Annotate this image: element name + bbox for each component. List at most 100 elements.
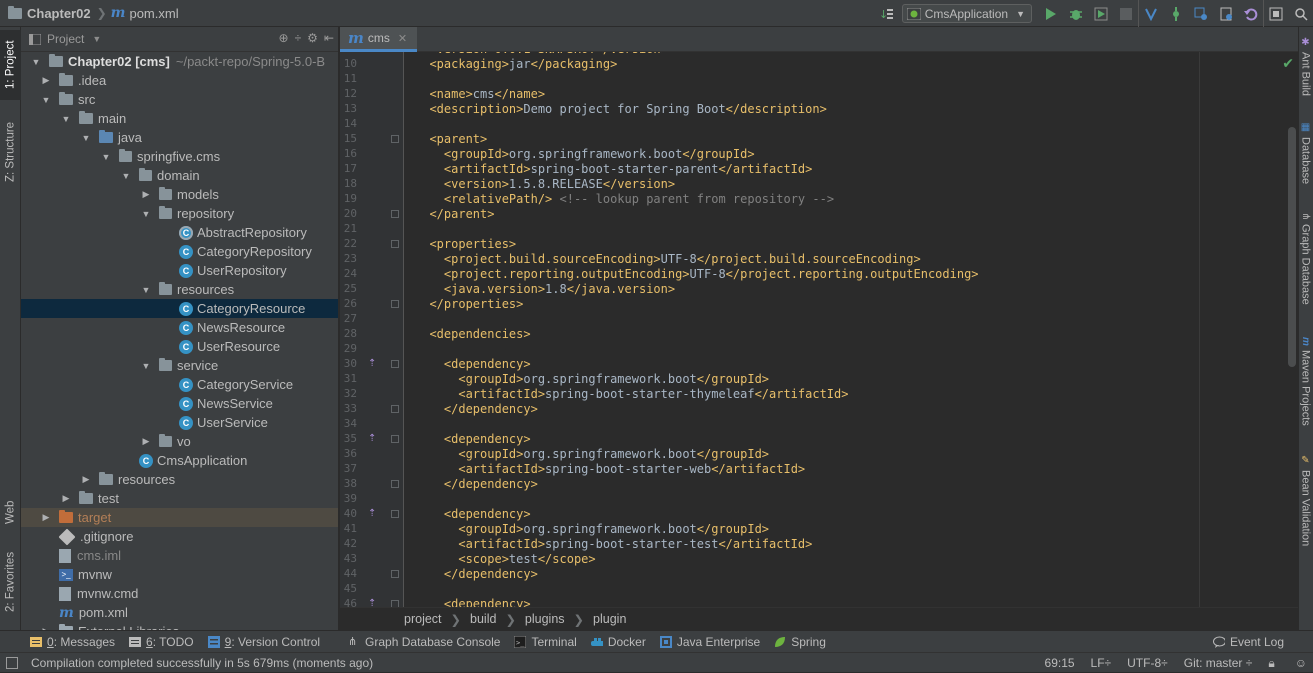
caret-position[interactable]: 69:15 xyxy=(1037,656,1083,670)
breadcrumb-item[interactable]: plugins xyxy=(525,612,565,626)
tool-tab-messages[interactable]: 0: Messages xyxy=(0,631,122,653)
collapsed-arrow-icon[interactable]: ▶ xyxy=(81,474,91,485)
search-everywhere-icon[interactable] xyxy=(1288,0,1313,27)
tree-item[interactable]: ▶ vo xyxy=(21,432,338,451)
tool-tab-event-log[interactable]: Event Log xyxy=(1206,631,1291,653)
tree-item[interactable]: ▶ test xyxy=(21,489,338,508)
gear-icon[interactable]: ⚙ xyxy=(307,31,318,45)
dependency-navigate-icon[interactable]: ⇡ xyxy=(368,358,376,370)
dependency-navigate-icon[interactable]: ⇡ xyxy=(368,433,376,445)
vcs-history-icon[interactable] xyxy=(1213,0,1238,27)
editor-scrollbar[interactable] xyxy=(1288,127,1296,367)
build-icon[interactable]: ↓ xyxy=(875,0,900,27)
tree-item[interactable]: ▼ resources xyxy=(21,280,338,299)
tree-item[interactable]: ▶ target xyxy=(21,508,338,527)
collapsed-arrow-icon[interactable]: ▶ xyxy=(141,436,151,447)
tool-tab-docker[interactable]: Docker xyxy=(584,631,653,653)
run-icon[interactable] xyxy=(1038,0,1063,27)
expanded-arrow-icon[interactable]: ▼ xyxy=(141,285,151,295)
expanded-arrow-icon[interactable]: ▼ xyxy=(101,152,111,162)
tree-item[interactable]: ▼ main xyxy=(21,109,338,128)
tool-tab-bean-validation[interactable]: ✎ Bean Validation xyxy=(1298,455,1313,565)
vcs-compare-icon[interactable] xyxy=(1188,0,1213,27)
fold-marker-icon[interactable] xyxy=(391,570,399,578)
hide-icon[interactable]: ⇤ xyxy=(324,31,334,45)
code-area[interactable]: <version>0.0.1-SNAPSHOT</version> <packa… xyxy=(415,52,1285,607)
tool-tab-graph-database[interactable]: ⋔ Graph Database xyxy=(1298,212,1313,332)
debug-icon[interactable] xyxy=(1063,0,1088,27)
close-icon[interactable]: ✕ xyxy=(398,32,407,45)
expanded-arrow-icon[interactable]: ▼ xyxy=(61,114,71,124)
tree-item[interactable]: ▶External Libraries xyxy=(21,622,338,630)
tool-tab-web[interactable]: Web xyxy=(0,487,21,537)
tree-item[interactable]: ▼ Chapter02 [cms] ~/packt-repo/Spring-5.0-… xyxy=(21,52,338,71)
dependency-navigate-icon[interactable]: ⇡ xyxy=(368,508,376,520)
tree-item[interactable]: ▶ resources xyxy=(21,470,338,489)
run-with-coverage-icon[interactable] xyxy=(1088,0,1113,27)
tree-item[interactable]: cms.iml xyxy=(21,546,338,565)
fold-marker-icon[interactable] xyxy=(391,210,399,218)
tool-tab-terminal[interactable]: >_ Terminal xyxy=(507,631,583,653)
fold-marker-icon[interactable] xyxy=(391,435,399,443)
tool-tab-version-control[interactable]: 9: Version Control xyxy=(201,631,327,653)
vcs-update-icon[interactable] xyxy=(1138,0,1163,27)
fold-marker-icon[interactable] xyxy=(391,300,399,308)
collapsed-arrow-icon[interactable]: ▶ xyxy=(41,75,51,86)
expanded-arrow-icon[interactable]: ▼ xyxy=(121,171,131,181)
expanded-arrow-icon[interactable]: ▼ xyxy=(141,361,151,371)
tree-item[interactable]: C NewsService xyxy=(21,394,338,413)
vcs-commit-icon[interactable] xyxy=(1163,0,1188,27)
expanded-arrow-icon[interactable]: ▼ xyxy=(31,57,41,67)
tree-item[interactable]: C AbstractRepository xyxy=(21,223,338,242)
dependency-navigate-icon[interactable]: ⇡ xyxy=(368,598,376,607)
collapsed-arrow-icon[interactable]: ▶ xyxy=(41,512,51,523)
scroll-from-source-icon[interactable]: ⊕ xyxy=(279,31,289,45)
tree-item[interactable]: .gitignore xyxy=(21,527,338,546)
tree-item[interactable]: ▼ service xyxy=(21,356,338,375)
tool-tab-spring[interactable]: Spring xyxy=(767,631,833,653)
fold-marker-icon[interactable] xyxy=(391,510,399,518)
tool-tab-java-enterprise[interactable]: Java Enterprise xyxy=(653,631,767,653)
fold-marker-icon[interactable] xyxy=(391,405,399,413)
file-encoding[interactable]: UTF-8÷ xyxy=(1119,656,1176,670)
nav-crumb-file[interactable]: ❯ m pom.xml xyxy=(91,0,179,27)
stop-icon[interactable] xyxy=(1113,0,1138,27)
lock-icon[interactable]: 🔒︎ xyxy=(1260,656,1286,671)
tree-item[interactable]: ▼ java xyxy=(21,128,338,147)
tool-tab-graph-database-console[interactable]: ⋔ Graph Database Console xyxy=(341,631,507,653)
tree-item[interactable]: C CategoryResource xyxy=(21,299,338,318)
tool-windows-toggle-icon[interactable] xyxy=(6,657,18,669)
tree-item[interactable]: C NewsResource xyxy=(21,318,338,337)
tool-tab-project[interactable]: 1: Project xyxy=(0,30,21,100)
tree-item[interactable]: ▼ src xyxy=(21,90,338,109)
tree-item[interactable]: C CmsApplication xyxy=(21,451,338,470)
tree-item[interactable]: ▶ models xyxy=(21,185,338,204)
tree-item[interactable]: C CategoryRepository xyxy=(21,242,338,261)
project-structure-icon[interactable] xyxy=(1263,0,1288,27)
breadcrumb-item[interactable]: plugin xyxy=(593,612,626,626)
line-separator[interactable]: LF÷ xyxy=(1083,656,1120,670)
tool-tab-database[interactable]: ▦ Database xyxy=(1298,122,1313,202)
git-branch[interactable]: Git: master ÷ xyxy=(1176,656,1261,670)
tree-item[interactable]: ▼ repository xyxy=(21,204,338,223)
collapse-all-icon[interactable]: ÷ xyxy=(295,31,302,45)
run-configuration-select[interactable]: CmsApplication ▼ xyxy=(901,4,1032,23)
fold-marker-icon[interactable] xyxy=(391,360,399,368)
tool-tab-favorites[interactable]: 2: Favorites xyxy=(0,547,21,617)
fold-marker-icon[interactable] xyxy=(391,480,399,488)
tool-tab-ant-build[interactable]: ✱ Ant Build xyxy=(1298,37,1313,117)
tool-tab-maven-projects[interactable]: m Maven Projects xyxy=(1298,337,1313,447)
tree-item[interactable]: m pom.xml xyxy=(21,603,338,622)
tree-item[interactable]: mvnw.cmd xyxy=(21,584,338,603)
nav-crumb-project[interactable]: Chapter02 xyxy=(0,0,91,27)
tree-item[interactable]: C CategoryService xyxy=(21,375,338,394)
breadcrumb-item[interactable]: build xyxy=(470,612,496,626)
tool-tab-structure[interactable]: Z: Structure xyxy=(0,107,21,197)
tool-tab-todo[interactable]: 6: TODO xyxy=(122,631,201,653)
vcs-revert-icon[interactable] xyxy=(1238,0,1263,27)
collapsed-arrow-icon[interactable]: ▶ xyxy=(61,493,71,504)
editor-tab-cms[interactable]: m cms ✕ xyxy=(340,27,418,52)
tree-item[interactable]: ▼ springfive.cms xyxy=(21,147,338,166)
fold-marker-icon[interactable] xyxy=(391,240,399,248)
face-icon[interactable]: ☺ xyxy=(1287,656,1313,670)
